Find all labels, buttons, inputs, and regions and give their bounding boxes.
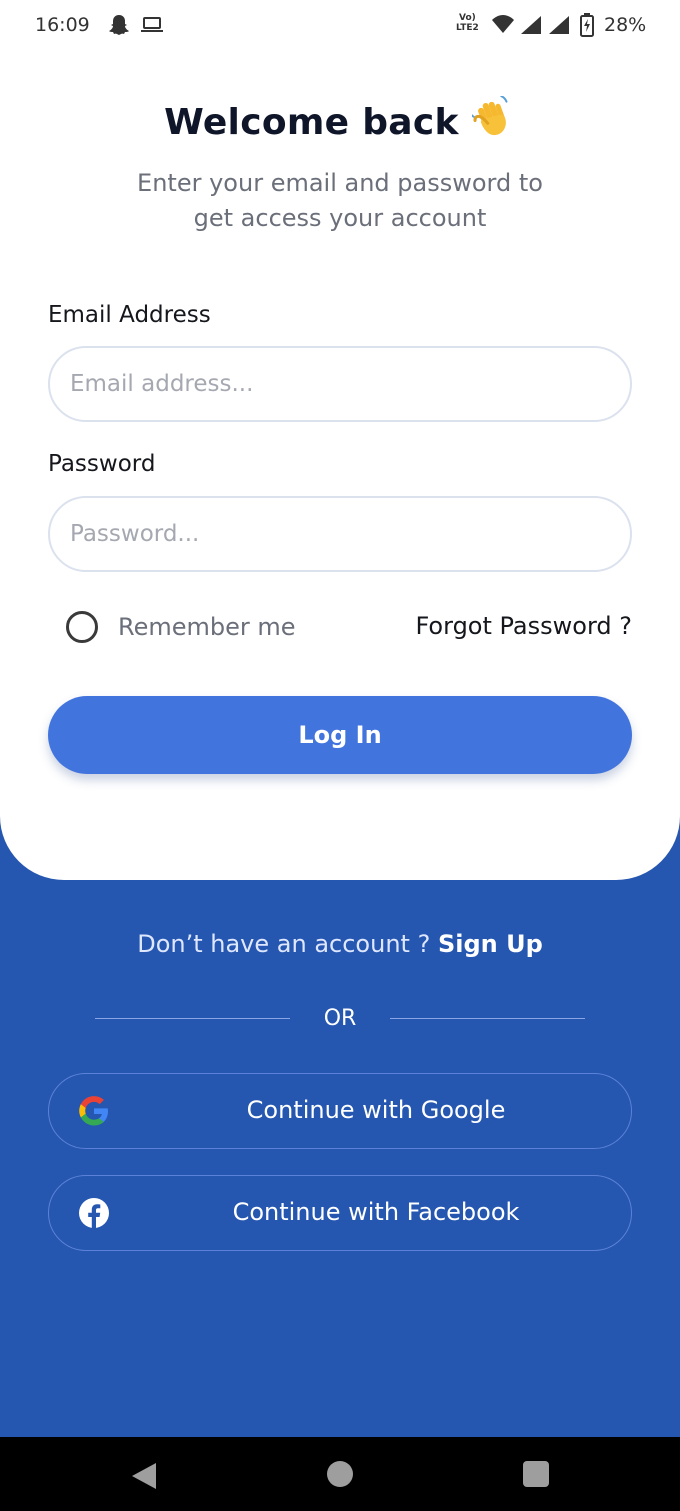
email-field[interactable] bbox=[48, 346, 632, 422]
signup-prompt-row: Don’t have an account ? Sign Up bbox=[0, 930, 680, 958]
signal-icon bbox=[549, 16, 569, 34]
password-label: Password bbox=[48, 451, 156, 477]
password-field[interactable] bbox=[48, 496, 632, 572]
status-time: 16:09 bbox=[35, 14, 90, 36]
google-button-label: Continue with Google bbox=[246, 1096, 506, 1124]
home-icon[interactable] bbox=[327, 1461, 353, 1487]
signal-icon bbox=[521, 16, 541, 34]
remember-me-radio[interactable] bbox=[66, 611, 98, 643]
remember-me-label: Remember me bbox=[118, 613, 296, 641]
laptop-icon bbox=[141, 17, 163, 32]
email-label: Email Address bbox=[48, 302, 211, 328]
google-login-button[interactable]: Continue with Google bbox=[48, 1073, 632, 1149]
snapchat-ghost-icon bbox=[109, 15, 129, 35]
page-subtitle: Enter your email and password to get acc… bbox=[137, 169, 543, 232]
page-title: Welcome back bbox=[164, 102, 459, 143]
facebook-login-button[interactable]: Continue with Facebook bbox=[48, 1175, 632, 1251]
forgot-password-link[interactable]: Forgot Password ? bbox=[415, 612, 632, 640]
login-button[interactable]: Log In bbox=[48, 696, 632, 774]
waving-hand-icon bbox=[471, 96, 508, 136]
battery-percentage: 28% bbox=[604, 14, 647, 36]
wifi-icon bbox=[492, 15, 514, 33]
divider-line-right bbox=[390, 1018, 585, 1019]
back-icon[interactable] bbox=[130, 1461, 158, 1491]
signup-prompt: Don’t have an account ? bbox=[137, 930, 431, 958]
system-nav-bar bbox=[0, 1437, 680, 1511]
page-title-row: Welcome back bbox=[0, 96, 680, 143]
status-bar: 16:09 Vo) LTE2 28% bbox=[0, 0, 680, 52]
signup-link[interactable]: Sign Up bbox=[438, 930, 543, 958]
facebook-button-label: Continue with Facebook bbox=[232, 1198, 520, 1226]
recent-apps-icon[interactable] bbox=[523, 1461, 549, 1487]
or-divider: OR bbox=[0, 1004, 680, 1034]
volte-indicator: Vo) LTE2 bbox=[456, 13, 479, 33]
remember-me-toggle[interactable]: Remember me bbox=[66, 610, 296, 644]
battery-charging-icon bbox=[580, 13, 594, 37]
